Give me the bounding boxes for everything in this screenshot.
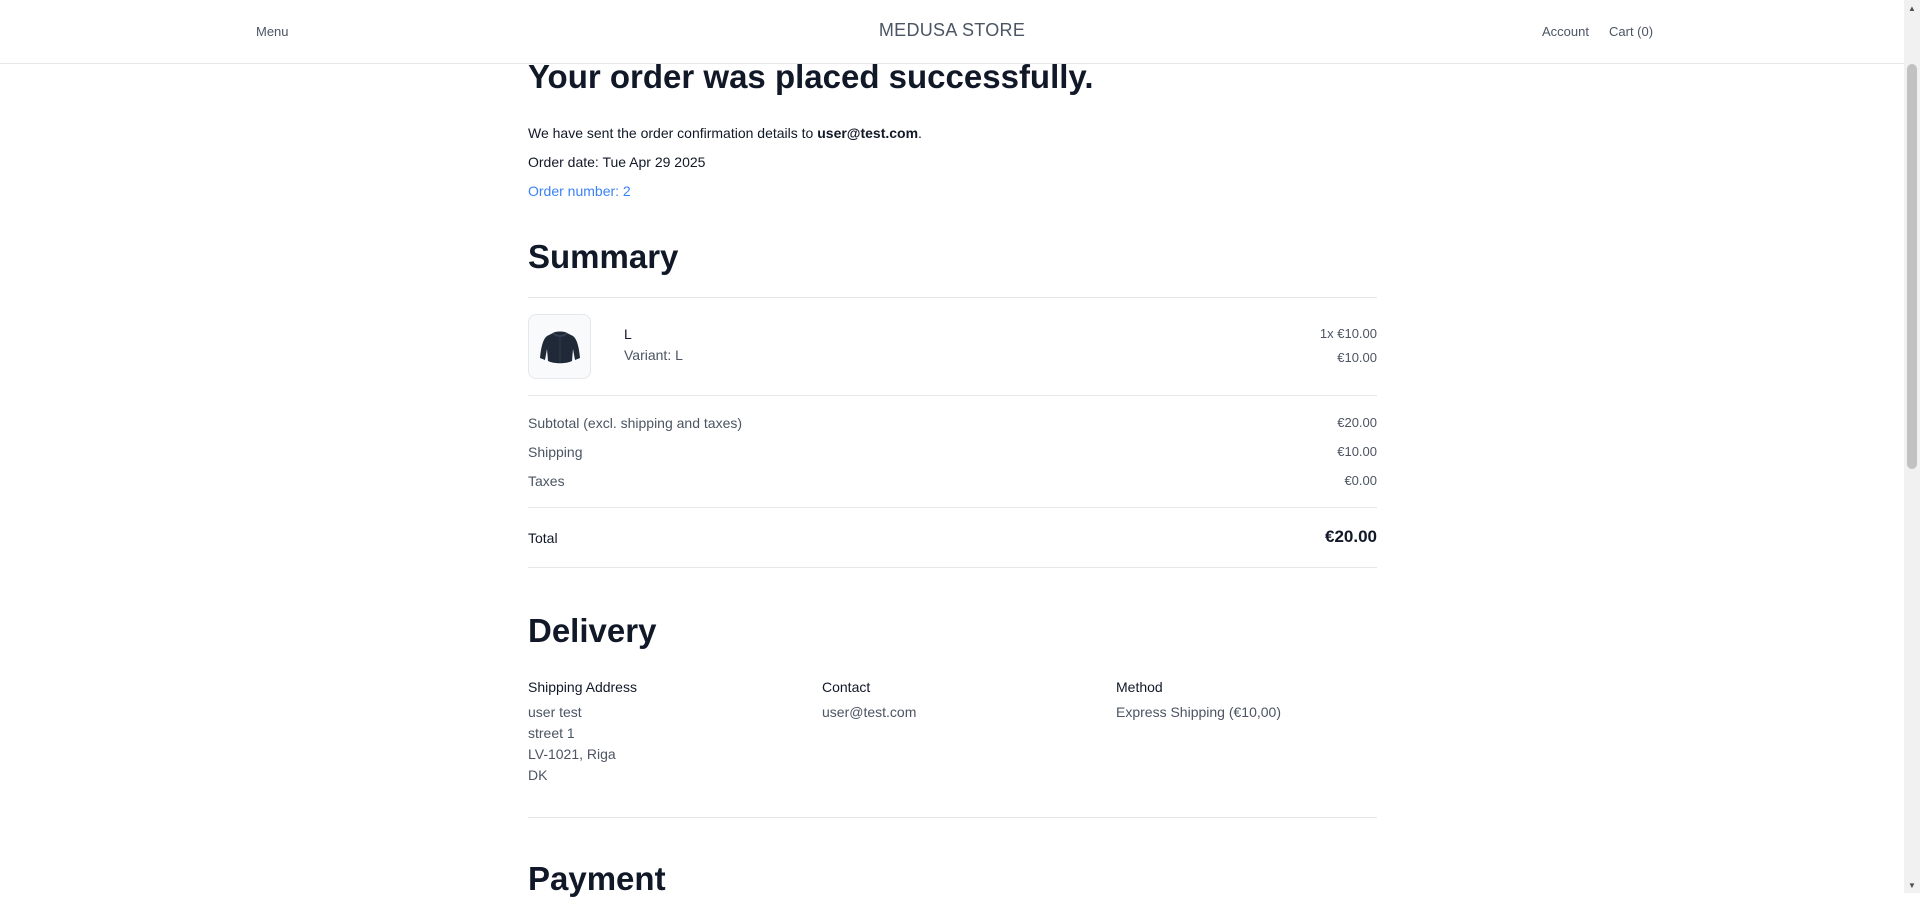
shipping-label: Shipping (528, 444, 583, 460)
divider (528, 567, 1377, 568)
method-value: Express Shipping (€10,00) (1116, 704, 1281, 720)
contact-email: user@test.com (822, 704, 917, 720)
address-line: LV-1021, Riga (528, 746, 616, 762)
taxes-value: €0.00 (1344, 473, 1377, 488)
address-line: user test (528, 704, 582, 720)
summary-heading: Summary (528, 238, 679, 275)
delivery-heading: Delivery (528, 612, 657, 649)
confirmation-message: We have sent the order confirmation deta… (528, 125, 922, 141)
shipping-value: €10.00 (1337, 444, 1377, 459)
confirmation-email: user@test.com (817, 125, 919, 141)
order-number[interactable]: Order number: 2 (528, 183, 631, 199)
order-date: Order date: Tue Apr 29 2025 (528, 154, 706, 170)
jacket-icon (539, 331, 580, 363)
total-value: €20.00 (1325, 527, 1377, 546)
item-qty-price: 1x €10.00 (1319, 326, 1377, 341)
item-line-total: €10.00 (1337, 350, 1377, 365)
scroll-down-arrow-icon[interactable]: ▼ (1904, 877, 1920, 893)
store-logo-link[interactable]: MEDUSA STORE (879, 20, 1025, 40)
shipping-address-label: Shipping Address (528, 679, 637, 695)
page-scrollbar[interactable]: ▲ ▼ (1904, 0, 1920, 893)
confirmation-sent-text: We have sent the order confirmation deta… (528, 125, 818, 141)
divider (528, 817, 1377, 818)
item-variant: Variant: L (624, 347, 683, 363)
subtotal-label: Subtotal (excl. shipping and taxes) (528, 415, 743, 431)
total-label: Total (528, 530, 558, 546)
method-label: Method (1116, 679, 1163, 695)
item-title: L (624, 326, 632, 342)
taxes-label: Taxes (528, 473, 565, 489)
contact-label: Contact (822, 679, 871, 695)
payment-heading: Payment (528, 860, 666, 897)
divider (528, 297, 1377, 298)
confirmation-email-suffix: . (918, 125, 922, 141)
item-thumbnail[interactable] (528, 314, 591, 379)
account-link[interactable]: Account (1542, 24, 1589, 39)
address-line: DK (528, 767, 548, 783)
divider (528, 395, 1377, 396)
divider (528, 507, 1377, 508)
scroll-up-arrow-icon[interactable]: ▲ (1904, 0, 1920, 16)
cart-link[interactable]: Cart (0) (1609, 24, 1653, 39)
address-line: street 1 (528, 725, 575, 741)
subtotal-value: €20.00 (1337, 415, 1377, 430)
scrollbar-thumb[interactable] (1907, 64, 1917, 469)
top-nav: Menu MEDUSA STORE Account Cart (0) (0, 0, 1904, 64)
